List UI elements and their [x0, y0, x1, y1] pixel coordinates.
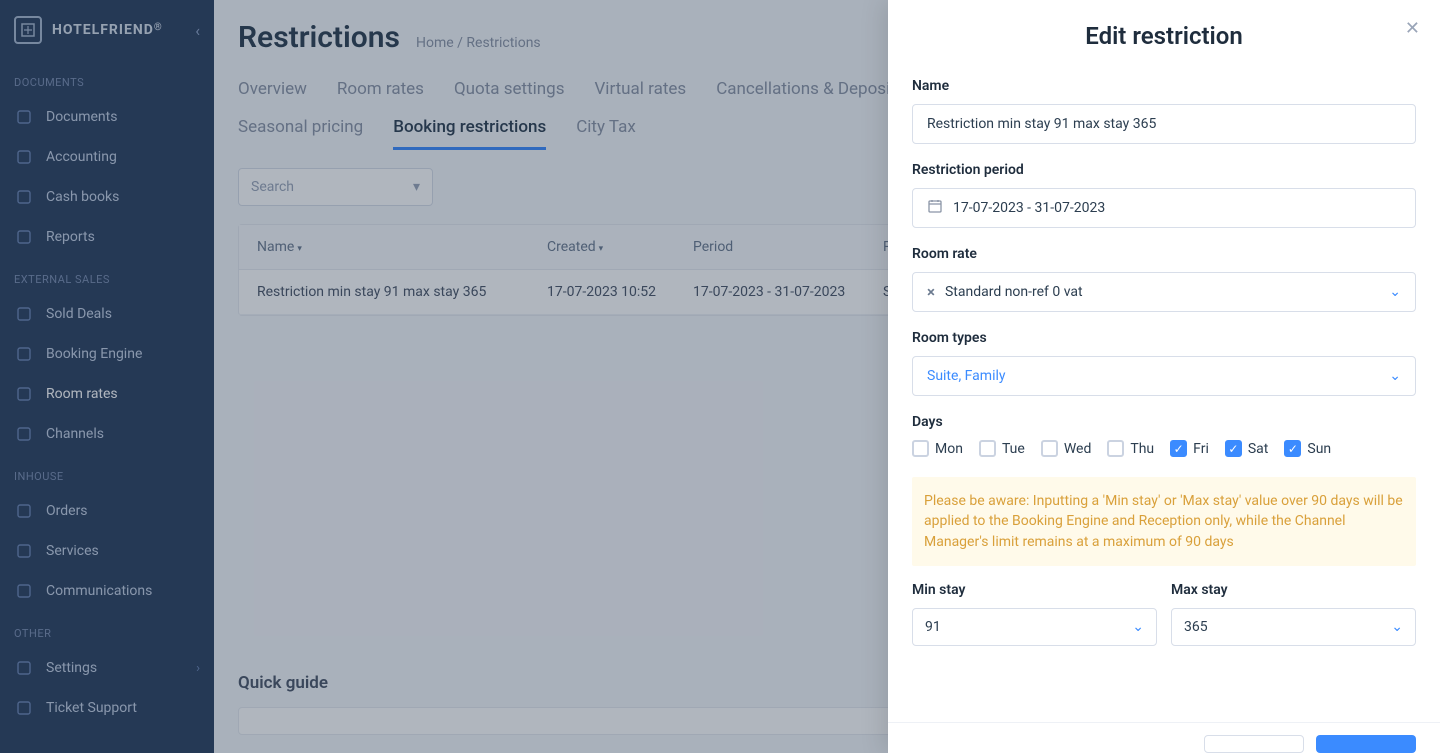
checkbox-icon: ✓ — [1284, 440, 1301, 457]
day-thu[interactable]: Thu — [1107, 440, 1154, 457]
max-stay-value: 365 — [1184, 619, 1208, 635]
label-room-types: Room types — [912, 330, 1416, 346]
chevron-down-icon: ⌄ — [1391, 619, 1403, 635]
day-label: Fri — [1193, 441, 1209, 457]
label-room-rate: Room rate — [912, 246, 1416, 262]
max-stay-select[interactable]: 365 ⌄ — [1171, 608, 1416, 646]
chevron-down-icon: ⌄ — [1132, 619, 1144, 635]
room-rate-value: Standard non-ref 0 vat — [945, 284, 1083, 300]
day-sat[interactable]: ✓ Sat — [1225, 440, 1269, 457]
day-sun[interactable]: ✓ Sun — [1284, 440, 1331, 457]
warning-box: Please be aware: Inputting a 'Min stay' … — [912, 477, 1416, 566]
min-stay-select[interactable]: 91 ⌄ — [912, 608, 1157, 646]
cancel-button[interactable] — [1204, 735, 1304, 753]
checkbox-icon: ✓ — [1170, 440, 1187, 457]
calendar-icon — [927, 198, 943, 218]
days-row: Mon Tue Wed Thu ✓ Fri ✓ Sat ✓ Sun — [912, 440, 1416, 457]
close-icon[interactable]: ✕ — [1405, 18, 1420, 39]
checkbox-icon — [1041, 440, 1058, 457]
drawer-footer — [888, 722, 1440, 753]
day-label: Mon — [935, 441, 963, 457]
checkbox-icon — [979, 440, 996, 457]
name-input[interactable] — [912, 104, 1416, 144]
chevron-down-icon: ⌄ — [1389, 368, 1401, 384]
day-label: Sat — [1248, 441, 1269, 457]
restriction-period-value: 17-07-2023 - 31-07-2023 — [953, 200, 1105, 216]
room-types-value: Suite, Family — [927, 368, 1006, 384]
checkbox-icon — [912, 440, 929, 457]
day-label: Thu — [1130, 441, 1154, 457]
day-label: Wed — [1064, 441, 1092, 457]
day-mon[interactable]: Mon — [912, 440, 963, 457]
label-restriction-period: Restriction period — [912, 162, 1416, 178]
checkbox-icon: ✓ — [1225, 440, 1242, 457]
drawer-body: Name Restriction period 17-07-2023 - 31-… — [888, 60, 1440, 722]
day-wed[interactable]: Wed — [1041, 440, 1092, 457]
chevron-down-icon: ⌄ — [1389, 284, 1401, 300]
checkbox-icon — [1107, 440, 1124, 457]
day-tue[interactable]: Tue — [979, 440, 1025, 457]
remove-tag-icon[interactable]: × — [927, 283, 935, 301]
label-days: Days — [912, 414, 1416, 430]
day-fri[interactable]: ✓ Fri — [1170, 440, 1209, 457]
min-stay-value: 91 — [925, 619, 941, 635]
drawer-title: Edit restriction — [1085, 22, 1243, 50]
room-types-select[interactable]: Suite, Family ⌄ — [912, 356, 1416, 396]
label-min-stay: Min stay — [912, 582, 1157, 598]
restriction-period-input[interactable]: 17-07-2023 - 31-07-2023 — [912, 188, 1416, 228]
save-button[interactable] — [1316, 735, 1416, 753]
room-rate-select[interactable]: × Standard non-ref 0 vat ⌄ — [912, 272, 1416, 312]
day-label: Sun — [1307, 441, 1331, 457]
label-name: Name — [912, 78, 1416, 94]
day-label: Tue — [1002, 441, 1025, 457]
label-max-stay: Max stay — [1171, 582, 1416, 598]
edit-restriction-drawer: Edit restriction ✕ Name Restriction peri… — [888, 0, 1440, 753]
drawer-header: Edit restriction ✕ — [888, 0, 1440, 60]
